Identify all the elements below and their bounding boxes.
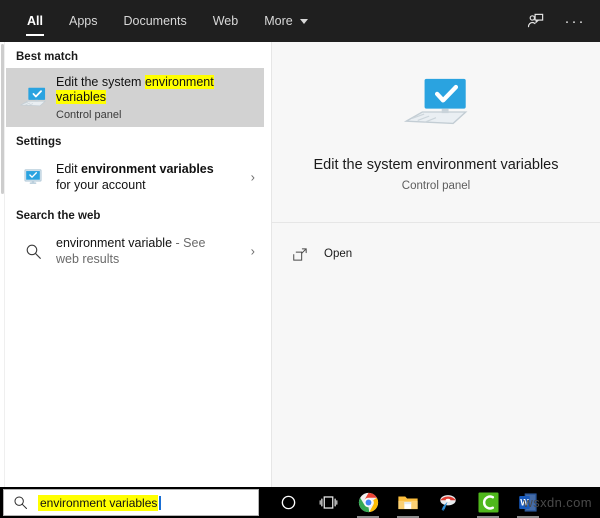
best-match-title-plain: Edit the system bbox=[56, 74, 145, 89]
taskbar-item-paint-3d[interactable] bbox=[428, 487, 468, 518]
taskbar-search-input[interactable]: environment variables bbox=[38, 494, 159, 511]
preview-action-open-label: Open bbox=[324, 248, 353, 260]
taskbar-item-cortana[interactable] bbox=[268, 487, 308, 518]
chevron-down-icon bbox=[299, 18, 308, 24]
tab-documents-label: Documents bbox=[123, 14, 187, 28]
settings-text-post: for your account bbox=[56, 178, 146, 192]
result-settings-env-vars[interactable]: Edit environment variables for your acco… bbox=[6, 153, 264, 201]
search-header: All Apps Documents Web More ··· bbox=[0, 0, 600, 42]
tab-apps[interactable]: Apps bbox=[56, 0, 111, 42]
preview-summary: Edit the system environment variables Co… bbox=[272, 42, 600, 223]
search-icon bbox=[14, 496, 27, 509]
search-icon bbox=[16, 243, 50, 260]
preview-action-open[interactable]: Open bbox=[272, 237, 600, 271]
chevron-right-icon[interactable]: › bbox=[251, 244, 255, 259]
section-header-search-web: Search the web bbox=[16, 210, 101, 222]
tab-web-label: Web bbox=[212, 14, 239, 28]
taskbar: environment variables W wsxdn.com bbox=[0, 487, 600, 518]
paint-3d-icon bbox=[440, 494, 456, 511]
taskbar-icons: W bbox=[268, 487, 548, 518]
taskbar-search-box[interactable]: environment variables bbox=[3, 489, 259, 516]
section-header-settings: Settings bbox=[16, 136, 62, 148]
result-web-search-label: environment variable - See web results bbox=[56, 235, 231, 267]
open-external-icon bbox=[293, 247, 315, 262]
chrome-icon bbox=[358, 492, 378, 513]
result-best-match-subtitle: Control panel bbox=[56, 108, 122, 121]
tab-all-label: All bbox=[27, 14, 43, 28]
tab-all[interactable]: All bbox=[14, 0, 56, 42]
result-best-match-text: Edit the system environment variables Con… bbox=[56, 74, 214, 121]
monitor-check-icon bbox=[16, 85, 50, 111]
taskbar-item-file-explorer[interactable] bbox=[388, 487, 428, 518]
text-cursor bbox=[159, 495, 161, 510]
tab-apps-label: Apps bbox=[68, 14, 98, 28]
results-scrollbar-thumb[interactable] bbox=[1, 44, 4, 194]
result-best-match-title: Edit the system environment variables bbox=[56, 74, 214, 105]
watermark: wsxdn.com bbox=[523, 495, 592, 510]
file-explorer-icon bbox=[398, 496, 418, 510]
best-match-title-highlight-2: variables bbox=[56, 89, 107, 104]
chevron-right-icon[interactable]: › bbox=[251, 170, 255, 185]
results-list: Best match Edit the system environment va… bbox=[5, 42, 270, 487]
person-feedback-icon bbox=[527, 13, 543, 27]
monitor-settings-icon bbox=[16, 168, 50, 186]
taskbar-item-camtasia[interactable] bbox=[468, 487, 508, 518]
taskbar-item-task-view[interactable] bbox=[308, 487, 348, 518]
search-results-body: Best match Edit the system environment va… bbox=[0, 42, 600, 487]
result-web-search[interactable]: environment variable - See web results › bbox=[6, 227, 264, 275]
preview-pane: Edit the system environment variables Co… bbox=[271, 42, 600, 487]
tab-documents[interactable]: Documents bbox=[110, 0, 199, 42]
monitor-check-icon bbox=[398, 72, 474, 141]
taskbar-item-chrome[interactable] bbox=[348, 487, 388, 518]
task-view-icon bbox=[319, 496, 337, 509]
web-search-query: environment variable bbox=[56, 236, 173, 250]
search-flyout-root: All Apps Documents Web More ··· Best mat… bbox=[0, 0, 600, 518]
camtasia-icon bbox=[477, 492, 499, 513]
header-actions: ··· bbox=[518, 0, 592, 42]
more-options-button[interactable]: ··· bbox=[558, 4, 592, 38]
section-header-best-match: Best match bbox=[16, 51, 78, 63]
filter-tabs: All Apps Documents Web More bbox=[0, 0, 321, 42]
tab-more-label: More bbox=[264, 14, 293, 28]
ellipsis-icon: ··· bbox=[564, 12, 586, 30]
preview-subtitle: Control panel bbox=[401, 180, 471, 192]
settings-text-pre: Edit bbox=[56, 162, 82, 176]
feedback-button[interactable] bbox=[518, 4, 552, 38]
result-settings-label: Edit environment variables for your acco… bbox=[56, 161, 231, 193]
cortana-icon bbox=[281, 495, 295, 510]
result-best-match[interactable]: Edit the system environment variables Con… bbox=[6, 68, 264, 127]
tab-more[interactable]: More bbox=[251, 0, 320, 42]
settings-text-bold: environment variables bbox=[81, 162, 214, 176]
tab-web[interactable]: Web bbox=[200, 0, 251, 42]
preview-title: Edit the system environment variables bbox=[313, 157, 559, 173]
best-match-title-highlight-1: environment bbox=[144, 74, 214, 89]
